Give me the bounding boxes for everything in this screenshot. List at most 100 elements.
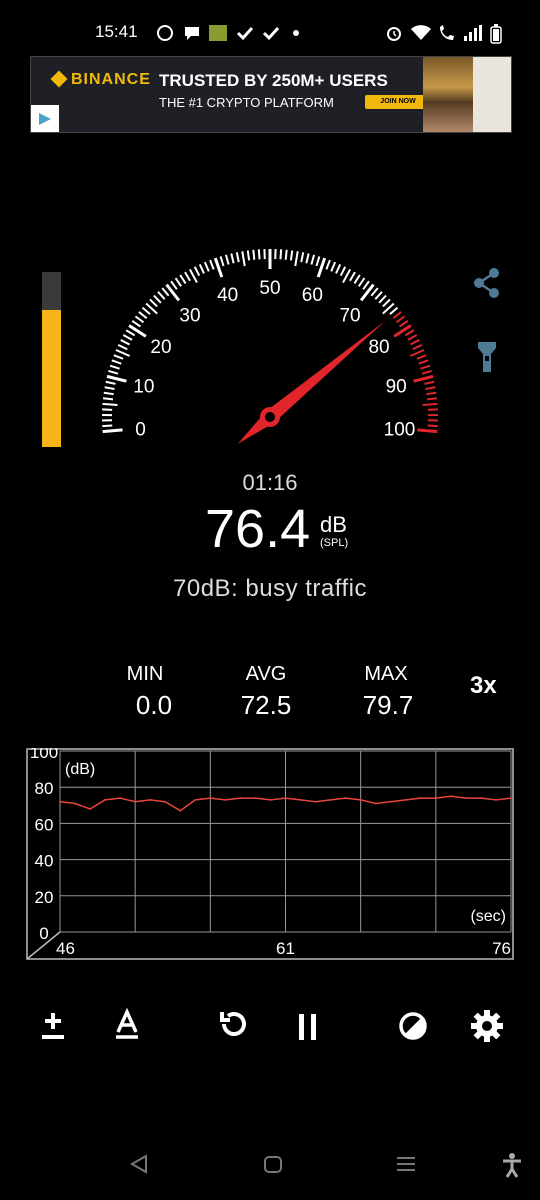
ad-choices-icon[interactable] <box>31 105 59 132</box>
gauge-tick <box>325 259 331 270</box>
gauge-tick <box>131 320 141 328</box>
gauge-tick <box>422 402 438 406</box>
gauge-tick <box>102 402 118 406</box>
graph-point <box>194 798 197 801</box>
graph-point <box>344 797 347 799</box>
gauge-tick <box>420 364 431 370</box>
home-icon[interactable] <box>262 1152 284 1181</box>
signal-icon <box>463 24 483 47</box>
gauge-tick <box>184 271 191 282</box>
gauge-tick <box>161 287 170 297</box>
gauge-tick <box>374 291 383 300</box>
gauge-tick-label: 80 <box>368 337 389 358</box>
gauge-tick <box>359 283 375 302</box>
gauge-tick <box>413 374 434 383</box>
back-icon[interactable] <box>128 1152 150 1181</box>
gauge-tick <box>342 268 352 284</box>
reset-icon[interactable] <box>212 1004 256 1048</box>
calibrate-icon[interactable] <box>31 1004 75 1048</box>
history-graph: 0 20 40 60 80 100 46 61 76 (dB) (sec) <box>26 748 514 960</box>
graph-y-tick-label: 80 <box>35 779 54 798</box>
graph-point <box>389 800 392 803</box>
graph-point <box>209 797 212 799</box>
db-reading: 76.4 <box>205 499 311 559</box>
gauge-tick <box>203 261 210 272</box>
flashlight-icon[interactable] <box>474 340 500 374</box>
gauge-tick <box>104 386 115 391</box>
weighting-icon[interactable] <box>105 1004 149 1048</box>
pause-icon[interactable] <box>286 1004 330 1048</box>
graph-y-tick-label: 100 <box>30 748 58 762</box>
min-value: 0.0 <box>135 690 173 720</box>
graph-point <box>254 797 257 799</box>
gauge-tick <box>294 251 299 267</box>
gauge-tick <box>141 306 151 315</box>
ad-banner[interactable]: BINANCE TRUSTED BY 250M+ USERS THE #1 CR… <box>30 56 512 133</box>
gauge-tick <box>170 280 178 290</box>
gauge-tick <box>382 298 391 308</box>
gauge-tick <box>393 324 412 338</box>
whatsapp-icon <box>156 24 174 47</box>
graph-point <box>314 800 317 803</box>
ad-image <box>423 57 473 132</box>
gauge-tick <box>416 354 427 360</box>
gauge-tick-label: 40 <box>217 285 238 306</box>
share-icon[interactable] <box>470 266 504 300</box>
gauge-tick <box>335 263 342 274</box>
graph-y-tick-label: 60 <box>35 815 54 834</box>
gauge-tick <box>378 294 387 304</box>
gauge-tick <box>138 311 148 319</box>
graph-point <box>465 797 467 799</box>
elapsed-timer: 01:16 <box>242 470 298 495</box>
gauge-tick <box>305 253 310 264</box>
gauge-tick <box>125 329 136 337</box>
gauge-tick <box>284 249 288 260</box>
gauge-tick <box>179 274 187 284</box>
gauge-tick <box>330 261 337 272</box>
gauge-tick <box>353 274 361 284</box>
gauge-tick <box>174 277 183 287</box>
gauge-tick <box>102 397 114 401</box>
gauge-tick <box>102 424 113 428</box>
gauge-tick <box>134 315 145 324</box>
app-badge-icon <box>208 24 228 47</box>
gauge-needle <box>237 320 386 444</box>
graph-point <box>299 798 302 801</box>
gauge-tick-label: 0 <box>135 419 146 440</box>
gauge-hub-center <box>265 412 275 422</box>
settings-icon[interactable] <box>465 1004 509 1048</box>
accessibility-icon[interactable] <box>500 1152 524 1183</box>
ad-headline: TRUSTED BY 250M+ USERS <box>159 71 388 90</box>
gauge-tick <box>315 256 321 267</box>
db-unit-sub: (SPL) <box>320 537 349 549</box>
speed-button[interactable]: 3x <box>470 672 497 700</box>
graph-y-tick-label: 20 <box>35 888 54 907</box>
gauge-tick-label: 50 <box>259 278 280 299</box>
avg-label: AVG <box>245 663 287 685</box>
gauge-tick <box>165 283 181 302</box>
gauge-tick-label: 100 <box>384 419 416 440</box>
gauge-tick <box>209 259 215 270</box>
gauge-tick <box>224 254 230 265</box>
gauge-tick <box>310 254 316 265</box>
gauge-tick <box>424 380 435 385</box>
graph-y-tick-label: 40 <box>35 852 54 871</box>
graph-point <box>239 797 242 799</box>
theme-icon[interactable] <box>391 1004 435 1048</box>
gauge-tick <box>219 256 225 267</box>
gauge-tick <box>149 298 158 308</box>
graph-point <box>179 809 182 812</box>
gauge-tick <box>362 280 370 290</box>
status-time: 15:41 <box>95 22 138 41</box>
recents-icon[interactable] <box>395 1152 417 1181</box>
binance-logo-icon <box>50 70 68 88</box>
gauge-tick-label: 70 <box>339 306 360 327</box>
ad-cta-button[interactable]: JOIN NOW <box>365 95 431 109</box>
gauge-tick <box>409 349 425 357</box>
gauge-tick <box>409 339 420 346</box>
check-icon <box>262 24 280 47</box>
gauge-tick <box>425 386 436 391</box>
wifi-call-icon <box>437 24 457 47</box>
gauge-tick <box>157 291 166 300</box>
gauge-tick <box>399 320 409 328</box>
